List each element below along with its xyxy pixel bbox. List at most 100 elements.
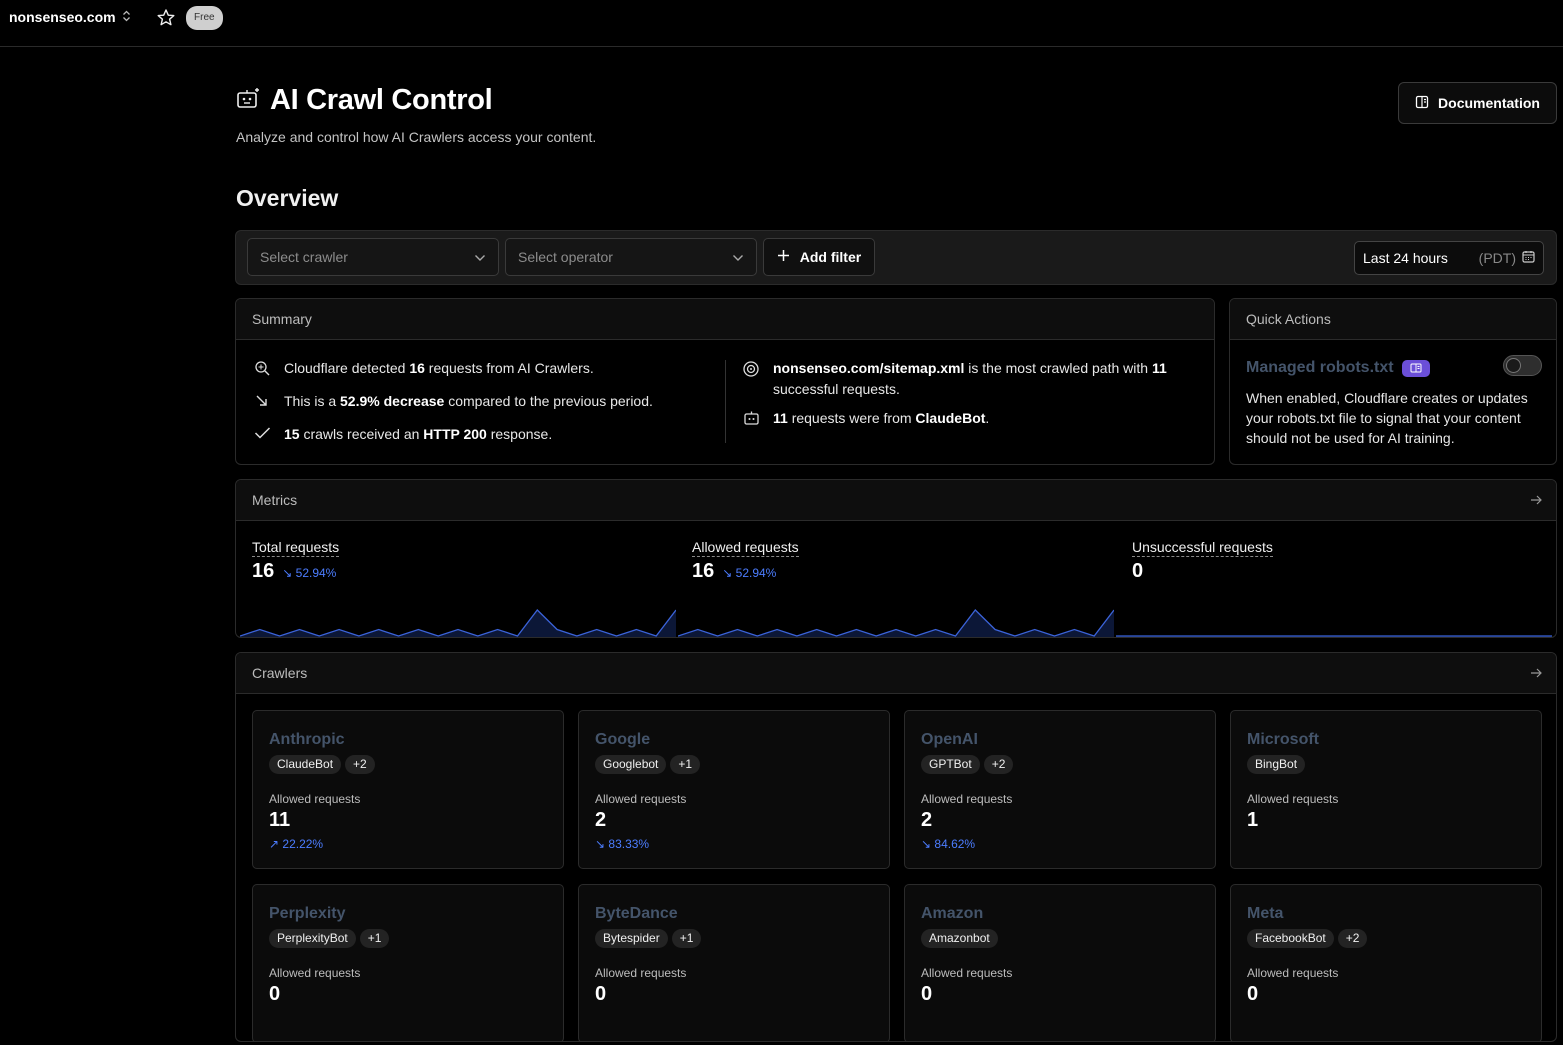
bot-tag[interactable]: Bytespider bbox=[595, 929, 668, 948]
summary-detected-line: Cloudflare detected 16 requests from AI … bbox=[252, 358, 594, 379]
allowed-requests-value: 1 bbox=[1247, 809, 1259, 831]
bot-tags: Amazonbot bbox=[921, 929, 998, 948]
allowed-requests-value: 0 bbox=[1247, 983, 1259, 1005]
allowed-requests-label: Allowed requests bbox=[269, 966, 361, 980]
allowed-requests-value: 11 bbox=[269, 809, 291, 831]
metric-label[interactable]: Allowed requests bbox=[692, 539, 799, 557]
more-bots-tag[interactable]: +1 bbox=[359, 929, 390, 948]
crawler-card-meta[interactable]: Meta FacebookBot +2 Allowed requests 0 bbox=[1230, 884, 1542, 1041]
bot-icon bbox=[741, 408, 761, 426]
crawler-card-amazon[interactable]: Amazon Amazonbot Allowed requests 0 bbox=[904, 884, 1216, 1041]
operator-name: Amazon bbox=[921, 905, 984, 922]
quick-actions-panel: Quick Actions Managed robots.txt When en… bbox=[1229, 298, 1557, 465]
operator-name: Perplexity bbox=[269, 905, 346, 922]
trend-up-icon: ↗ bbox=[269, 837, 283, 851]
allowed-requests-change: ↘ 84.62% bbox=[921, 837, 976, 851]
allowed-requests-label: Allowed requests bbox=[595, 792, 687, 806]
add-filter-label: Add filter bbox=[799, 249, 862, 265]
allowed-requests-value: 0 bbox=[921, 983, 933, 1005]
chevron-updown-icon bbox=[122, 10, 131, 25]
bot-tags: GPTBot +2 bbox=[921, 755, 1014, 774]
metrics-panel: Metrics Total requests 16 ↘ 52.94% Allow… bbox=[235, 479, 1557, 638]
filter-bar: Select crawler Select operator Add filte… bbox=[235, 230, 1557, 285]
summary-http-line: 15 crawls received an HTTP 200 response. bbox=[252, 424, 552, 445]
quick-actions-title: Quick Actions bbox=[1230, 299, 1556, 340]
book-icon bbox=[1415, 95, 1429, 112]
chevron-down-icon bbox=[732, 249, 744, 265]
allowed-requests-label: Allowed requests bbox=[921, 792, 1013, 806]
allowed-requests-value: 0 bbox=[595, 983, 607, 1005]
bot-tag[interactable]: PerplexityBot bbox=[269, 929, 356, 948]
summary-top-path-line: nonsenseo.com/sitemap.xml is the most cr… bbox=[741, 358, 1191, 400]
trend-down-icon bbox=[252, 391, 272, 409]
robot-icon bbox=[236, 85, 262, 116]
bot-tag[interactable]: Amazonbot bbox=[921, 929, 998, 948]
metric-value: 16 bbox=[692, 560, 715, 582]
crawler-card-microsoft[interactable]: Microsoft BingBot Allowed requests 1 bbox=[1230, 710, 1542, 869]
allowed-requests-value: 2 bbox=[921, 809, 933, 831]
metrics-header[interactable]: Metrics bbox=[236, 480, 1556, 521]
bot-tag[interactable]: GPTBot bbox=[921, 755, 980, 774]
sparkline-allowed bbox=[678, 609, 1114, 637]
operator-name: Anthropic bbox=[269, 731, 345, 748]
more-bots-tag[interactable]: +1 bbox=[671, 929, 702, 948]
allowed-requests-label: Allowed requests bbox=[1247, 792, 1339, 806]
trend-down-icon: ↘ bbox=[282, 566, 296, 580]
arrow-right-icon[interactable] bbox=[1530, 653, 1542, 694]
metric-label[interactable]: Unsuccessful requests bbox=[1132, 539, 1273, 557]
star-icon[interactable] bbox=[156, 8, 176, 28]
more-bots-tag[interactable]: +2 bbox=[345, 755, 375, 774]
more-bots-tag[interactable]: +2 bbox=[983, 755, 1014, 774]
crawler-card-google[interactable]: Google Googlebot +1 Allowed requests 2 ↘ 83.3… bbox=[578, 710, 890, 869]
zone-selector[interactable]: nonsenseo.com bbox=[9, 9, 131, 25]
crawlers-header[interactable]: Crawlers bbox=[236, 653, 1556, 694]
allowed-requests-label: Allowed requests bbox=[595, 966, 687, 980]
crawler-card-anthropic[interactable]: Anthropic ClaudeBot +2 Allowed requests 11 ↗ … bbox=[252, 710, 564, 869]
allowed-requests-change: ↘ 83.33% bbox=[595, 837, 650, 851]
metric-change: ↘ 52.94% bbox=[722, 566, 777, 580]
bot-tags: ClaudeBot +2 bbox=[269, 755, 375, 774]
crawler-select-placeholder: Select crawler bbox=[260, 249, 348, 265]
bot-tag[interactable]: BingBot bbox=[1247, 755, 1306, 774]
more-bots-tag[interactable]: +1 bbox=[670, 755, 701, 774]
chevron-down-icon bbox=[474, 249, 486, 265]
add-filter-button[interactable]: Add filter bbox=[763, 238, 875, 276]
allowed-requests-value: 0 bbox=[269, 983, 281, 1005]
trend-down-icon: ↘ bbox=[722, 566, 736, 580]
metric-allowed-requests: Allowed requests 16 ↘ 52.94% bbox=[692, 539, 799, 583]
time-range-picker[interactable]: Last 24 hours (PDT) bbox=[1354, 241, 1544, 275]
summary-divider bbox=[725, 360, 726, 443]
bot-tags: PerplexityBot +1 bbox=[269, 929, 390, 948]
metric-change: ↘ 52.94% bbox=[282, 566, 337, 580]
allowed-requests-change: ↗ 22.22% bbox=[269, 837, 324, 851]
crawlers-panel: Crawlers Anthropic ClaudeBot +2 Allowed req… bbox=[235, 652, 1557, 1042]
page-title: AI Crawl Control bbox=[270, 84, 493, 116]
bot-tag[interactable]: ClaudeBot bbox=[269, 755, 342, 774]
metric-label[interactable]: Total requests bbox=[252, 539, 340, 557]
bot-tag[interactable]: Googlebot bbox=[595, 755, 667, 774]
crawler-card-openai[interactable]: OpenAI GPTBot +2 Allowed requests 2 ↘ 84.62% bbox=[904, 710, 1216, 869]
metrics-title: Metrics bbox=[252, 492, 298, 508]
crawler-select[interactable]: Select crawler bbox=[247, 238, 499, 276]
summary-panel: Summary Cloudflare detected 16 requests … bbox=[235, 298, 1215, 465]
operator-select-placeholder: Select operator bbox=[518, 249, 613, 265]
summary-top-bot-line: 11 requests were from ClaudeBot. bbox=[741, 408, 989, 429]
trend-down-icon: ↘ bbox=[595, 837, 609, 851]
crawler-card-perplexity[interactable]: Perplexity PerplexityBot +1 Allowed request… bbox=[252, 884, 564, 1041]
more-bots-tag[interactable]: +2 bbox=[1337, 929, 1368, 948]
time-range-value: Last 24 hours bbox=[1363, 250, 1448, 266]
plus-icon bbox=[777, 249, 790, 265]
book-icon bbox=[1401, 359, 1430, 377]
operator-select[interactable]: Select operator bbox=[505, 238, 757, 276]
bot-tags: BingBot bbox=[1247, 755, 1306, 774]
documentation-button[interactable]: Documentation bbox=[1398, 82, 1557, 124]
summary-decrease-line: This is a 52.9% decrease compared to the… bbox=[252, 391, 653, 412]
crawler-card-bytedance[interactable]: ByteDance Bytespider +1 Allowed requests 0 bbox=[578, 884, 890, 1041]
metric-value: 16 bbox=[252, 560, 275, 582]
sparkline-total bbox=[240, 609, 676, 637]
managed-robots-toggle[interactable] bbox=[1503, 355, 1542, 376]
page-title-row: AI Crawl Control bbox=[236, 84, 493, 117]
bot-tags: Googlebot +1 bbox=[595, 755, 701, 774]
bot-tag[interactable]: FacebookBot bbox=[1247, 929, 1334, 948]
arrow-right-icon[interactable] bbox=[1530, 480, 1542, 521]
